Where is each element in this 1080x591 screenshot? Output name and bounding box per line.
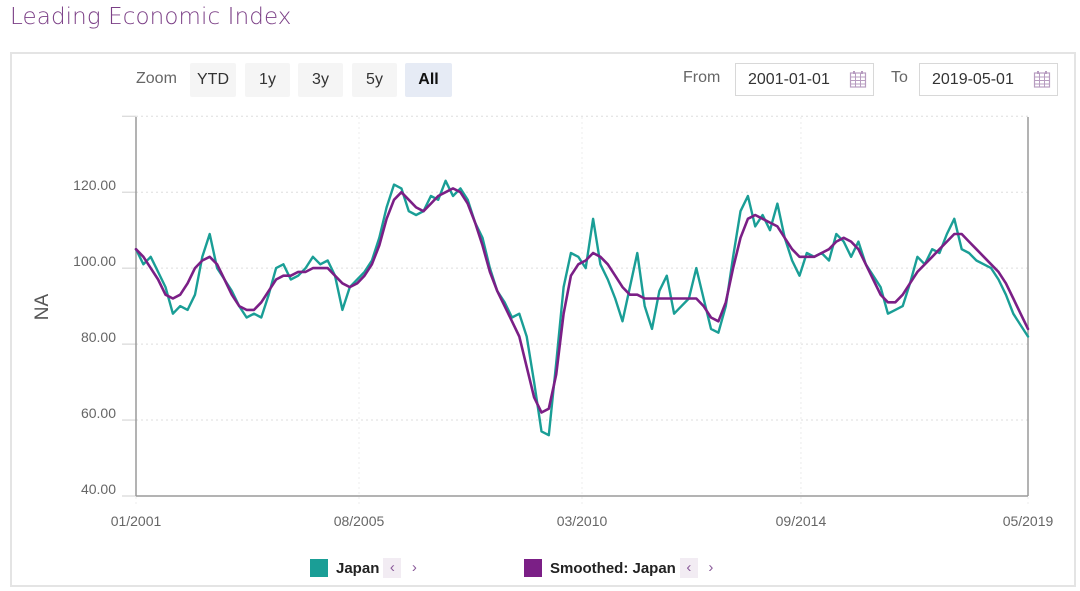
chevron-right-icon[interactable]: › <box>405 558 423 578</box>
zoom-ytd-button[interactable]: YTD <box>190 63 236 97</box>
legend-label-japan: Japan <box>336 559 380 577</box>
legend-swatch-smoothed-japan <box>524 559 542 577</box>
from-date-value: 2001-01-01 <box>748 71 830 88</box>
chevron-right-icon[interactable]: › <box>702 558 720 578</box>
zoom-3y-button[interactable]: 3y <box>298 63 343 97</box>
to-date-input[interactable]: 2019-05-01 <box>919 63 1058 96</box>
calendar-icon[interactable] <box>849 70 867 88</box>
from-date-input[interactable]: 2001-01-01 <box>735 63 874 96</box>
to-label: To <box>891 69 908 86</box>
zoom-1y-button[interactable]: 1y <box>245 63 290 97</box>
legend-label-smoothed-japan: Smoothed: Japan <box>550 559 676 577</box>
chart-container <box>10 52 1076 587</box>
page-title: Leading Economic Index <box>10 4 292 30</box>
legend-swatch-japan <box>310 559 328 577</box>
zoom-label: Zoom <box>136 70 177 87</box>
zoom-5y-button[interactable]: 5y <box>352 63 397 97</box>
calendar-icon[interactable] <box>1033 70 1051 88</box>
legend-item-japan[interactable]: Japan ‹ › <box>310 557 423 579</box>
zoom-all-button[interactable]: All <box>405 63 452 97</box>
to-date-value: 2019-05-01 <box>932 71 1014 88</box>
from-label: From <box>683 69 721 86</box>
chevron-left-icon[interactable]: ‹ <box>383 558 402 578</box>
legend-item-smoothed-japan[interactable]: Smoothed: Japan ‹ › <box>524 557 720 579</box>
chevron-left-icon[interactable]: ‹ <box>679 558 698 578</box>
